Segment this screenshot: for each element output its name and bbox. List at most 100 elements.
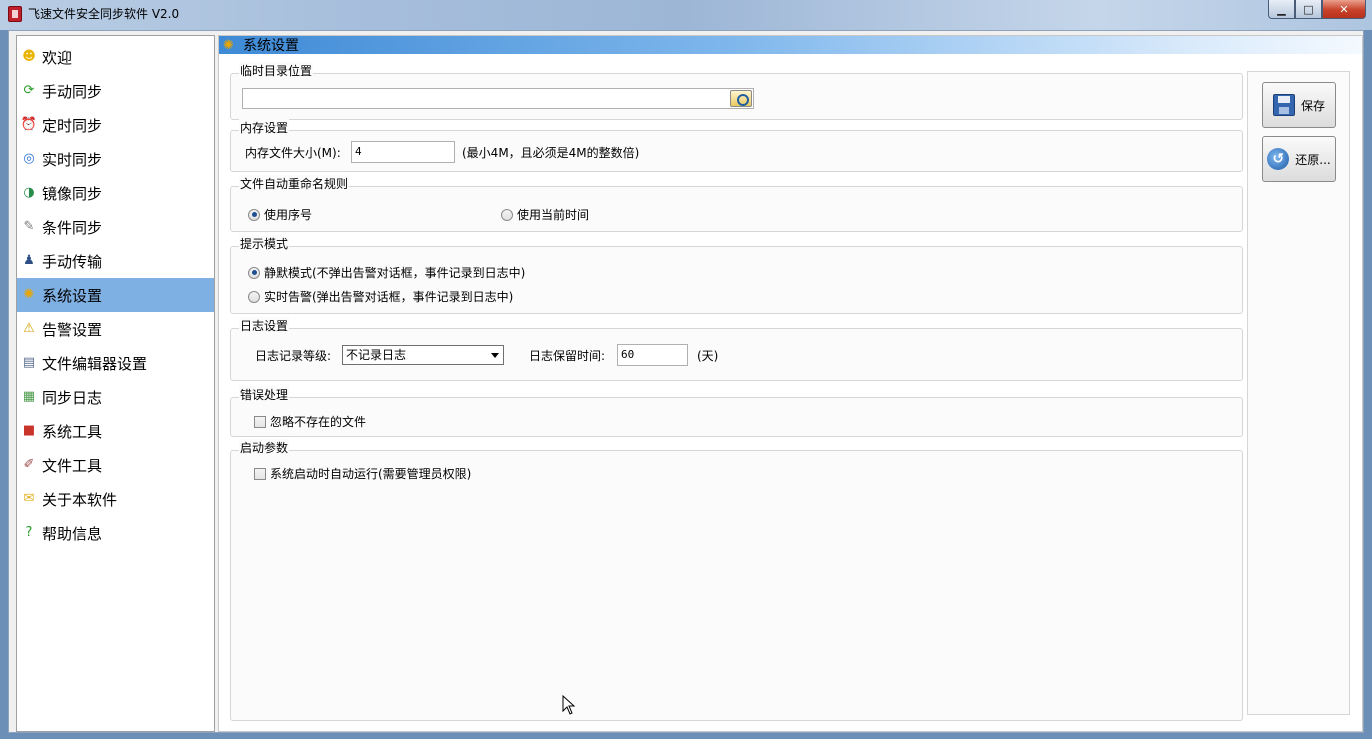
maximize-button[interactable]: □ xyxy=(1295,0,1322,19)
sidebar-item-8[interactable]: ⚠ 告警设置 xyxy=(17,312,214,346)
sidebar-item-13[interactable]: ✉ 关于本软件 xyxy=(17,482,214,516)
alarm-clock-icon: ⏰ xyxy=(20,117,38,132)
compass-icon: ◎ xyxy=(23,151,35,166)
prompt-silent-radio[interactable]: 静默模式(不弹出告警对话框，事件记录到日志中) xyxy=(248,264,525,281)
minimize-button[interactable]: ▁ xyxy=(1268,0,1295,19)
sidebar-item-label: 手动传输 xyxy=(42,252,103,271)
sidebar-item-label: 同步日志 xyxy=(42,388,103,407)
temp-dir-group: 临时目录位置 xyxy=(230,62,1243,120)
restore-label: 还原... xyxy=(1295,152,1331,167)
rename-serial-label: 使用序号 xyxy=(264,208,313,222)
toolbox-icon: ■ xyxy=(22,423,36,438)
sidebar-item-10[interactable]: ▦ 同步日志 xyxy=(17,380,214,414)
rename-time-label: 使用当前时间 xyxy=(517,208,590,222)
browse-folder-icon[interactable] xyxy=(730,90,752,107)
prompt-mode-title: 提示模式 xyxy=(239,235,290,252)
sidebar-item-2[interactable]: ⏰ 定时同步 xyxy=(17,108,214,142)
sidebar-item-label: 手动同步 xyxy=(42,82,103,101)
rename-time-radio[interactable]: 使用当前时间 xyxy=(501,206,589,223)
startup-title: 启动参数 xyxy=(239,439,290,456)
title-bar[interactable]: 飞速文件安全同步软件 V2.0 ▁ □ ✕ xyxy=(0,0,1372,30)
rename-serial-radio[interactable]: 使用序号 xyxy=(248,206,312,223)
sidebar-item-6[interactable]: ♟ 手动传输 xyxy=(17,244,214,278)
gear-icon: ✺ xyxy=(223,37,234,53)
radio-dot xyxy=(248,290,260,303)
memory-group: 内存设置 内存文件大小(M): 4 (最小4M，且必须是4M的整数倍) xyxy=(230,119,1243,172)
smiley-icon: ☻ xyxy=(22,49,36,64)
sidebar-item-label: 镜像同步 xyxy=(42,184,103,203)
prompt-silent-label: 静默模式(不弹出告警对话框，事件记录到日志中) xyxy=(264,266,526,280)
sidebar-item-9[interactable]: ▤ 文件编辑器设置 xyxy=(17,346,214,380)
sidebar-item-11[interactable]: ■ 系统工具 xyxy=(17,414,214,448)
sidebar-item-label: 系统工具 xyxy=(42,422,103,441)
sidebar-item-label: 欢迎 xyxy=(42,48,73,67)
main-window: ☻ 欢迎 ⟳ 手动同步 ⏰ 定时同步 ◎ 实时同步 ◑ 镜像同步 ✎ 条件同步 ♟ 手动传输 ✺ 系统设置 ⚠ 告… xyxy=(8,30,1364,733)
sidebar-item-3[interactable]: ◎ 实时同步 xyxy=(17,142,214,176)
user-icon: ♟ xyxy=(23,253,35,268)
log-title: 日志设置 xyxy=(239,317,290,334)
sidebar-item-12[interactable]: ✐ 文件工具 xyxy=(17,448,214,482)
close-button[interactable]: ✕ xyxy=(1322,0,1366,19)
window-title: 飞速文件安全同步软件 V2.0 xyxy=(28,7,180,21)
error-title: 错误处理 xyxy=(239,386,290,403)
file-settings-icon: ▤ xyxy=(22,355,36,370)
temp-dir-title: 临时目录位置 xyxy=(239,62,314,79)
sidebar-item-14[interactable]: ? 帮助信息 xyxy=(17,516,214,550)
warning-icon: ⚠ xyxy=(23,321,35,336)
sidebar-item-label: 定时同步 xyxy=(42,116,103,135)
file-tool-icon: ✐ xyxy=(23,457,35,472)
document-edit-icon: ✎ xyxy=(23,219,35,234)
close-icon: ✕ xyxy=(1339,2,1349,16)
sidebar-item-7[interactable]: ✺ 系统设置 xyxy=(17,278,214,312)
log-retain-unit: (天) xyxy=(697,349,719,363)
mirror-icon: ◑ xyxy=(23,185,35,200)
sidebar-item-5[interactable]: ✎ 条件同步 xyxy=(17,210,214,244)
sidebar-item-label: 系统设置 xyxy=(42,286,103,305)
memory-size-label: 内存文件大小(M): xyxy=(245,146,341,160)
sync-arrows-icon: ⟳ xyxy=(23,83,35,98)
sidebar-item-0[interactable]: ☻ 欢迎 xyxy=(17,40,214,74)
prompt-realtime-label: 实时告警(弹出告警对话框，事件记录到日志中) xyxy=(264,290,514,304)
sidebar-item-label: 告警设置 xyxy=(42,320,103,339)
sidebar-item-label: 文件编辑器设置 xyxy=(42,354,148,373)
sidebar-item-label: 文件工具 xyxy=(42,456,103,475)
error-group: 错误处理 忽略不存在的文件 xyxy=(230,386,1243,437)
maximize-icon: □ xyxy=(1303,2,1314,16)
log-level-select[interactable]: 不记录日志 xyxy=(342,345,504,365)
app-icon xyxy=(8,6,22,22)
restore-button[interactable]: ↺ 还原... xyxy=(1262,136,1336,182)
log-level-value: 不记录日志 xyxy=(346,348,407,362)
chevron-down-icon xyxy=(491,353,499,358)
save-button[interactable]: 保存 xyxy=(1262,82,1336,128)
sidebar-item-label: 条件同步 xyxy=(42,218,103,237)
ignore-missing-checkbox[interactable]: 忽略不存在的文件 xyxy=(254,413,366,430)
section-title: 系统设置 xyxy=(243,38,299,54)
checkbox-box xyxy=(254,467,266,480)
prompt-mode-group: 提示模式 静默模式(不弹出告警对话框，事件记录到日志中) 实时告警(弹出告警对话… xyxy=(230,235,1243,314)
startup-group: 启动参数 系统启动时自动运行(需要管理员权限) xyxy=(230,439,1243,721)
save-label: 保存 xyxy=(1300,98,1325,113)
minimize-icon: ▁ xyxy=(1277,2,1286,16)
radio-dot xyxy=(248,208,260,221)
window-controls: ▁ □ ✕ xyxy=(1268,0,1366,19)
section-header: ✺ 系统设置 xyxy=(219,36,1362,54)
auto-run-checkbox[interactable]: 系统启动时自动运行(需要管理员权限) xyxy=(254,465,471,482)
checkbox-box xyxy=(254,415,266,428)
rename-title: 文件自动重命名规则 xyxy=(239,175,350,192)
memory-size-input[interactable]: 4 xyxy=(351,141,455,163)
temp-dir-input[interactable] xyxy=(242,88,754,109)
memory-title: 内存设置 xyxy=(239,119,290,136)
sidebar-item-4[interactable]: ◑ 镜像同步 xyxy=(17,176,214,210)
sidebar-item-label: 帮助信息 xyxy=(42,524,103,543)
prompt-realtime-radio[interactable]: 实时告警(弹出告警对话框，事件记录到日志中) xyxy=(248,288,513,305)
help-icon: ? xyxy=(25,525,33,540)
settings-panel: ✺ 系统设置 临时目录位置 内存设置 内存文件大小(M): 4 (最小4M，且必… xyxy=(218,35,1363,732)
sidebar-item-1[interactable]: ⟳ 手动同步 xyxy=(17,74,214,108)
sidebar-item-label: 关于本软件 xyxy=(42,490,118,509)
ignore-missing-label: 忽略不存在的文件 xyxy=(270,415,367,429)
rename-group: 文件自动重命名规则 使用序号 使用当前时间 xyxy=(230,175,1243,232)
log-icon: ▦ xyxy=(22,389,36,404)
restore-icon: ↺ xyxy=(1267,148,1290,170)
action-panel: 保存 ↺ 还原... xyxy=(1247,71,1350,715)
log-retain-input[interactable]: 60 xyxy=(617,344,688,366)
